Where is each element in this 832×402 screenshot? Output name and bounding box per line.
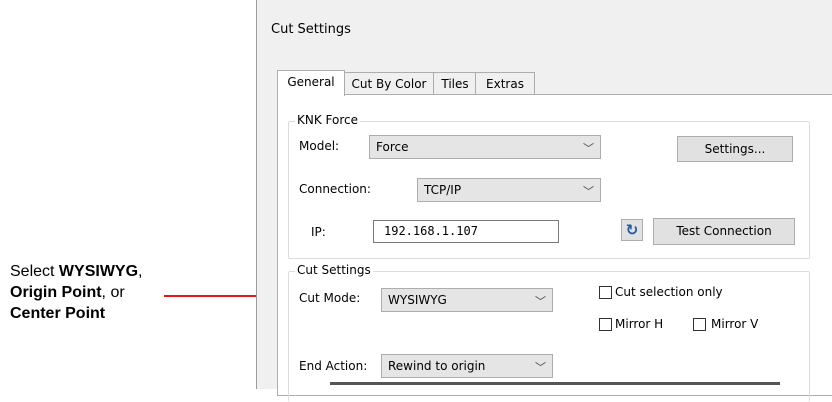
end-action-value: Rewind to origin [388,359,486,373]
knk-force-group-title: KNK Force [295,113,360,127]
connection-dropdown[interactable]: TCP/IP ﹀ [417,178,601,202]
instruction-annotation: Select WYSIWYG, Origin Point, or Center … [10,261,142,324]
mirror-v-label: Mirror V [711,317,759,331]
connection-label: Connection: [299,182,371,196]
general-tab-panel: KNK Force Model: Force ﹀ Settings... Con… [277,94,832,402]
window-title: Cut Settings [271,22,351,37]
mirror-v-checkbox[interactable] [693,318,706,331]
chevron-down-icon: ﹀ [535,361,546,374]
cut-mode-value: WYSIWYG [388,293,447,307]
knk-force-group: KNK Force Model: Force ﹀ Settings... Con… [288,113,810,259]
ip-label: IP: [311,225,326,239]
cut-selection-only-label: Cut selection only [615,285,723,299]
model-label: Model: [299,139,340,153]
cut-mode-label: Cut Mode: [299,291,361,305]
tab-tiles[interactable]: Tiles [433,72,477,95]
connection-value: TCP/IP [424,183,462,197]
chevron-down-icon: ﹀ [535,295,546,308]
refresh-icon[interactable]: ↻ [621,219,643,241]
cut-settings-group-title: Cut Settings [295,263,373,277]
annotation-arrow [164,295,268,297]
mirror-h-label: Mirror H [615,317,664,331]
ip-address-field[interactable]: 192.168.1.107 [373,220,559,243]
mirror-h-checkbox[interactable] [599,318,612,331]
tab-extras[interactable]: Extras [475,72,535,95]
annotation-text: Select [10,263,59,280]
end-action-label: End Action: [299,359,368,373]
tab-general[interactable]: General [277,70,345,96]
chevron-down-icon: ﹀ [583,142,594,155]
cut-mode-dropdown[interactable]: WYSIWYG ﹀ [381,288,553,312]
tab-cut-by-color[interactable]: Cut By Color [343,72,435,95]
cut-selection-only-checkbox[interactable] [599,286,612,299]
scroll-divider [330,382,780,385]
annotation-center-point: Center Point [10,305,106,322]
chevron-down-icon: ﹀ [583,185,594,198]
model-dropdown[interactable]: Force ﹀ [369,135,601,159]
settings-button[interactable]: Settings... [677,136,793,162]
cut-settings-window: Cut Settings General Cut By Color Tiles … [256,0,832,402]
annotation-text: , or [101,284,125,301]
test-connection-button[interactable]: Test Connection [653,218,795,245]
annotation-text: , [138,263,143,280]
end-action-dropdown[interactable]: Rewind to origin ﹀ [381,354,553,378]
annotation-wysiwyg: WYSIWYG [58,263,139,280]
model-value: Force [376,140,409,154]
annotation-origin-point: Origin Point [10,284,102,301]
